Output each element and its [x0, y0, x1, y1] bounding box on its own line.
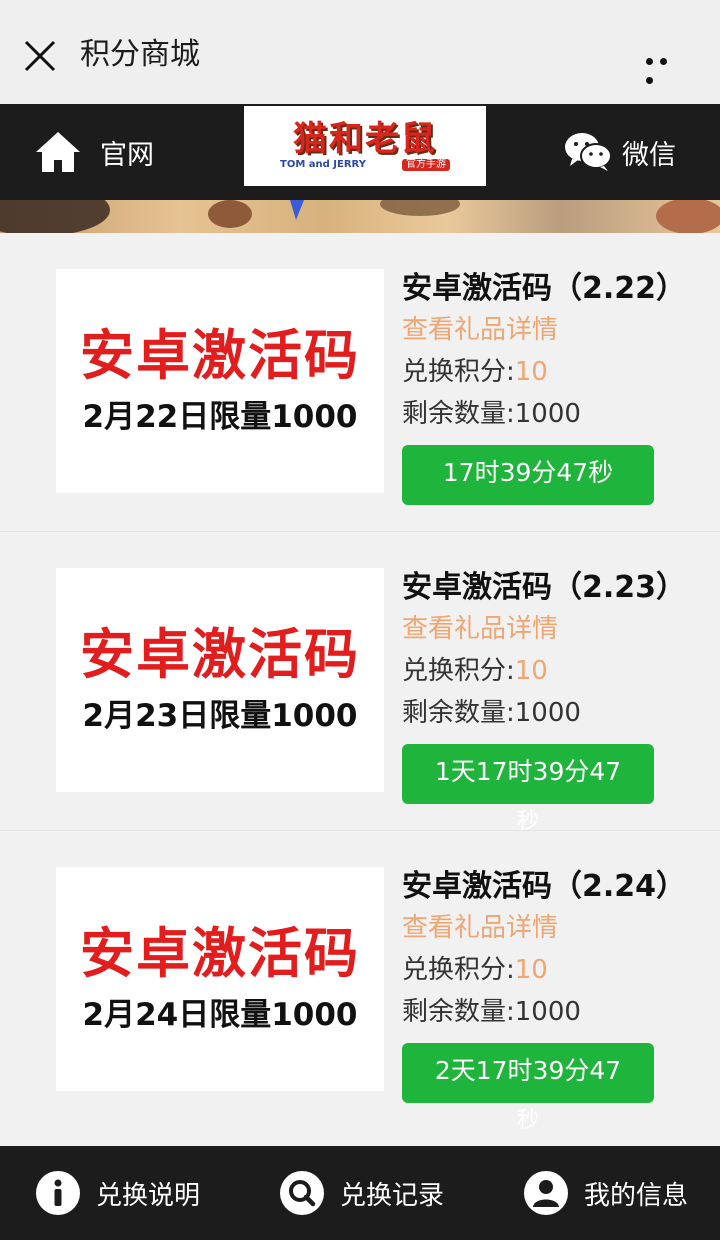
- gift-thumbnail[interactable]: 安卓激活码 2月23日限量1000: [56, 568, 384, 792]
- countdown-button[interactable]: 1天17时39分47: [402, 744, 654, 804]
- points-value: 10: [514, 357, 548, 387]
- countdown-button[interactable]: 17时39分47秒: [402, 445, 654, 505]
- wechat-link[interactable]: 微信: [564, 126, 676, 178]
- thumbnail-title: 安卓激活码: [80, 922, 360, 985]
- stock-label: 剩余数量:: [402, 399, 515, 429]
- wechat-label: 微信: [622, 139, 676, 171]
- stock-value: 1000: [514, 997, 581, 1027]
- countdown-text: 1天17时39分47: [434, 757, 622, 786]
- user-icon: [523, 1171, 568, 1215]
- stock-label: 剩余数量:: [402, 698, 515, 728]
- tab-exchange-rules[interactable]: 兑换说明: [36, 1171, 200, 1215]
- points-label: 兑换积分:: [402, 357, 515, 387]
- banner-image: [0, 200, 720, 233]
- points-label: 兑换积分:: [402, 656, 515, 686]
- points-label: 兑换积分:: [402, 955, 515, 985]
- thumbnail-title: 安卓激活码: [80, 623, 360, 686]
- thumbnail-subtitle: 2月22日限量1000: [82, 399, 358, 435]
- countdown-text: 2天17时39分47: [434, 1056, 622, 1085]
- home-icon: [36, 132, 80, 172]
- points-value: 10: [514, 656, 548, 686]
- points-value: 10: [514, 955, 548, 985]
- stock-value: 1000: [514, 399, 581, 429]
- gift-name: 安卓激活码（2.23）: [402, 570, 687, 605]
- info-icon: [36, 1171, 80, 1215]
- more-menu-icon[interactable]: [646, 50, 686, 84]
- game-logo: 猫和老鼠 TOM and JERRY 官方手游: [244, 106, 486, 186]
- thumbnail-subtitle: 2月24日限量1000: [82, 997, 358, 1033]
- countdown-button[interactable]: 2天17时39分47: [402, 1043, 654, 1103]
- tab-exchange-records-label: 兑换记录: [339, 1180, 444, 1211]
- thumbnail-subtitle: 2月23日限量1000: [82, 698, 358, 734]
- stock-value: 1000: [514, 698, 581, 728]
- list-item: 安卓激活码 2月23日限量1000 安卓激活码（2.23） 查看礼品详情 兑换积…: [0, 531, 720, 834]
- logo-text: 猫和老鼠: [293, 119, 437, 159]
- gift-thumbnail[interactable]: 安卓激活码 2月24日限量1000: [56, 867, 384, 1091]
- tab-exchange-rules-label: 兑换说明: [96, 1180, 201, 1211]
- tab-exchange-records[interactable]: 兑换记录: [279, 1171, 444, 1215]
- view-details-link[interactable]: 查看礼品详情: [402, 309, 702, 351]
- page-title: 积分商城: [80, 37, 200, 72]
- wechat-icon: [565, 133, 612, 171]
- gift-list: 安卓激活码 2月22日限量1000 安卓激活码（2.22） 查看礼品详情 兑换积…: [0, 233, 720, 1133]
- official-site-label: 官网: [100, 139, 154, 171]
- bottom-nav: 兑换说明 兑换记录 我的信息: [0, 1146, 720, 1240]
- search-icon: [279, 1171, 324, 1215]
- gift-name: 安卓激活码（2.22）: [402, 271, 687, 306]
- list-item: 安卓激活码 2月22日限量1000 安卓激活码（2.22） 查看礼品详情 兑换积…: [0, 233, 720, 531]
- thumbnail-title: 安卓激活码: [80, 324, 360, 387]
- tab-my-info[interactable]: 我的信息: [523, 1171, 688, 1215]
- logo-tag: 官方手游: [401, 159, 450, 171]
- official-site-link[interactable]: 官网: [34, 126, 154, 178]
- view-details-link[interactable]: 查看礼品详情: [402, 907, 702, 949]
- gift-thumbnail[interactable]: 安卓激活码 2月22日限量1000: [56, 269, 384, 493]
- list-item: 安卓激活码 2月24日限量1000 安卓激活码（2.24） 查看礼品详情 兑换积…: [0, 830, 720, 1133]
- logo-en: TOM and JERRY: [280, 159, 366, 170]
- countdown-overflow-text: 秒: [516, 1108, 539, 1133]
- countdown-text: 17时39分47秒: [442, 458, 614, 487]
- close-icon[interactable]: [22, 38, 58, 74]
- view-details-link[interactable]: 查看礼品详情: [402, 608, 702, 650]
- title-bar: 积分商城: [0, 0, 720, 105]
- stock-label: 剩余数量:: [402, 997, 515, 1027]
- site-header: 官网 猫和老鼠 TOM and JERRY 官方手游 微信: [0, 104, 720, 200]
- gift-name: 安卓激活码（2.24）: [402, 869, 687, 904]
- tab-my-info-label: 我的信息: [583, 1180, 688, 1211]
